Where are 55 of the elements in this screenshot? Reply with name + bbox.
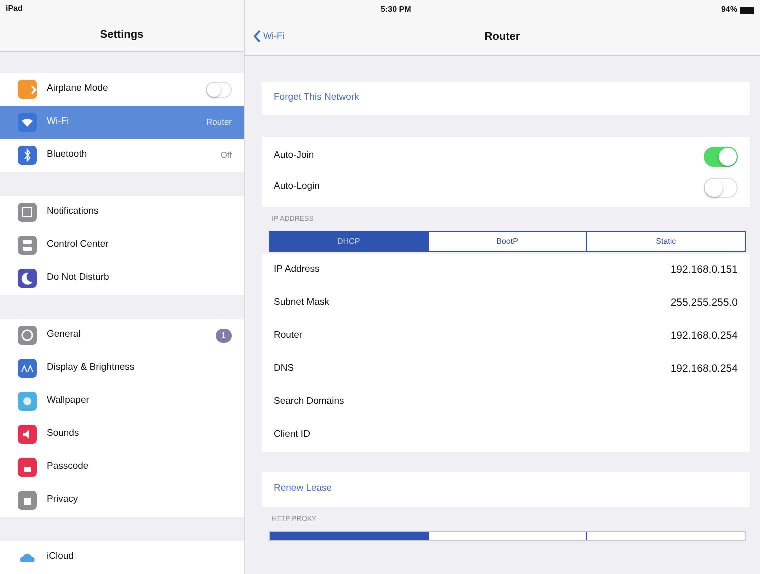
item-label: Sounds	[47, 427, 80, 442]
setting-label: DNS	[274, 362, 294, 376]
setting-label: Client ID	[274, 428, 310, 442]
setting-value: 192.168.0.254	[670, 328, 738, 344]
sidebar-item[interactable]: Passcode	[0, 451, 244, 484]
sidebar-title: Settings	[0, 18, 244, 52]
item-label: Airplane Mode	[47, 82, 110, 96]
back-chevron-icon	[253, 30, 261, 44]
item-label: Do Not Disturb	[47, 271, 110, 286]
item-label: Control Center	[47, 238, 110, 252]
item-label: Notifications	[47, 205, 100, 220]
setting-label: Router	[274, 329, 303, 344]
item-label: Display & Brightness	[47, 361, 136, 376]
segment-tab[interactable]: DHCP	[270, 232, 428, 251]
item-label: Wallpaper	[47, 394, 90, 408]
sidebar-item[interactable]: Wallpaper	[0, 385, 244, 418]
setting-label: Search Domains	[274, 395, 344, 410]
battery-icon	[740, 6, 754, 14]
battery-percent: 94%	[721, 4, 738, 16]
clock-time: 5:30 PM	[381, 4, 412, 16]
toggle-switch[interactable]	[704, 178, 738, 198]
setting-value: 192.168.0.151	[670, 262, 738, 278]
item-label: Bluetooth	[47, 148, 88, 162]
setting-label: Auto-Login	[274, 180, 320, 194]
setting-label: Auto-Join	[274, 149, 314, 164]
segment-tab[interactable]	[270, 532, 428, 540]
renew-lease-link[interactable]: Renew Lease	[274, 482, 332, 497]
setting-label: Subnet Mask	[274, 296, 330, 310]
item-label: iCloud	[47, 550, 75, 564]
toggle-switch[interactable]	[704, 146, 738, 166]
item-label: General	[47, 328, 82, 342]
count-badge: 1	[216, 328, 232, 342]
sidebar-item[interactable]: Sounds	[0, 418, 244, 451]
forget-network-link[interactable]: Forget This Network	[274, 91, 360, 106]
setting-value: 255.255.255.0	[670, 296, 738, 311]
sidebar-item[interactable]: Display & Brightness	[0, 352, 244, 385]
back-button[interactable]: Wi-Fi	[253, 30, 284, 44]
toggle-switch[interactable]	[206, 82, 232, 98]
sidebar-item[interactable]: Bluetooth Off	[0, 139, 244, 172]
item-detail: Router	[206, 116, 232, 129]
item-label: Privacy	[47, 493, 80, 508]
item-label: Passcode	[47, 460, 90, 474]
sidebar-item[interactable]: Control Center	[0, 229, 244, 262]
setting-label: IP Address	[274, 263, 320, 278]
item-label: Wi-Fi	[47, 115, 70, 130]
page-title: Router	[484, 30, 520, 46]
sidebar-item[interactable]: Notifications	[0, 196, 244, 229]
device-name: iPad	[6, 3, 23, 16]
sidebar-item[interactable]: Do Not Disturb	[0, 262, 244, 295]
item-detail: Off	[220, 149, 232, 162]
sidebar-item[interactable]: General 1	[0, 319, 244, 352]
sidebar-item[interactable]: Privacy	[0, 484, 244, 517]
setting-value: 192.168.0.254	[670, 362, 738, 377]
sidebar-item[interactable]: Airplane Mode	[0, 73, 244, 106]
sidebar-item[interactable]: iCloud	[0, 541, 244, 574]
